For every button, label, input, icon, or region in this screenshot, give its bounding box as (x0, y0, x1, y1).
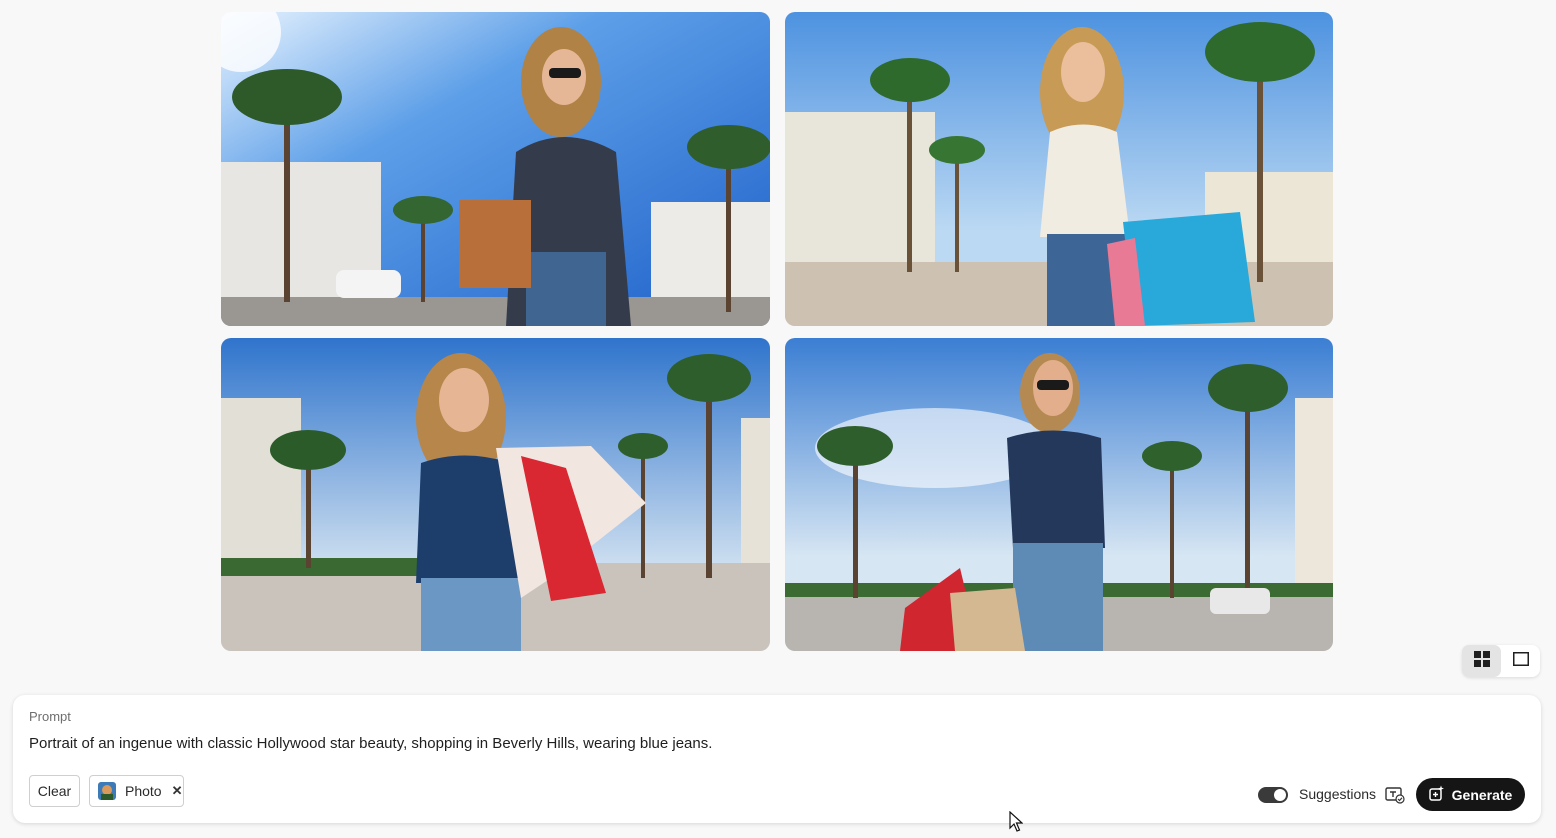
grid-view-icon (1473, 650, 1490, 672)
view-mode-toggle (1462, 645, 1540, 677)
photo-thumbnail-icon (98, 782, 116, 800)
generate-button[interactable]: Generate (1416, 778, 1525, 811)
image-2-artwork (785, 12, 1333, 326)
mouse-cursor-icon (1009, 810, 1024, 833)
photo-style-chip[interactable]: Photo ✕ (89, 775, 184, 807)
text-style-icon[interactable] (1385, 785, 1405, 805)
image-1-artwork (221, 12, 770, 326)
image-4-artwork (785, 338, 1333, 651)
generated-image-1[interactable] (221, 12, 770, 326)
generated-image-3[interactable] (221, 338, 770, 651)
toggle-knob (1274, 789, 1286, 801)
generate-label: Generate (1451, 786, 1513, 803)
suggestions-toggle[interactable] (1258, 787, 1288, 803)
generate-sparkle-icon (1428, 785, 1445, 804)
generated-image-2[interactable] (785, 12, 1333, 326)
single-view-icon (1512, 651, 1529, 671)
photo-chip-label: Photo (125, 783, 162, 799)
grid-view-button[interactable] (1462, 645, 1501, 677)
prompt-input[interactable]: Portrait of an ingenue with classic Holl… (29, 735, 712, 752)
image-3-artwork (221, 338, 770, 651)
close-icon[interactable]: ✕ (172, 783, 183, 799)
clear-button[interactable]: Clear (29, 775, 80, 807)
single-view-button[interactable] (1501, 645, 1540, 677)
suggestions-label: Suggestions (1299, 786, 1377, 802)
image-results-grid (221, 12, 1333, 651)
prompt-label: Prompt (29, 709, 71, 724)
generated-image-4[interactable] (785, 338, 1333, 651)
prompt-panel: Prompt Portrait of an ingenue with class… (13, 695, 1541, 823)
